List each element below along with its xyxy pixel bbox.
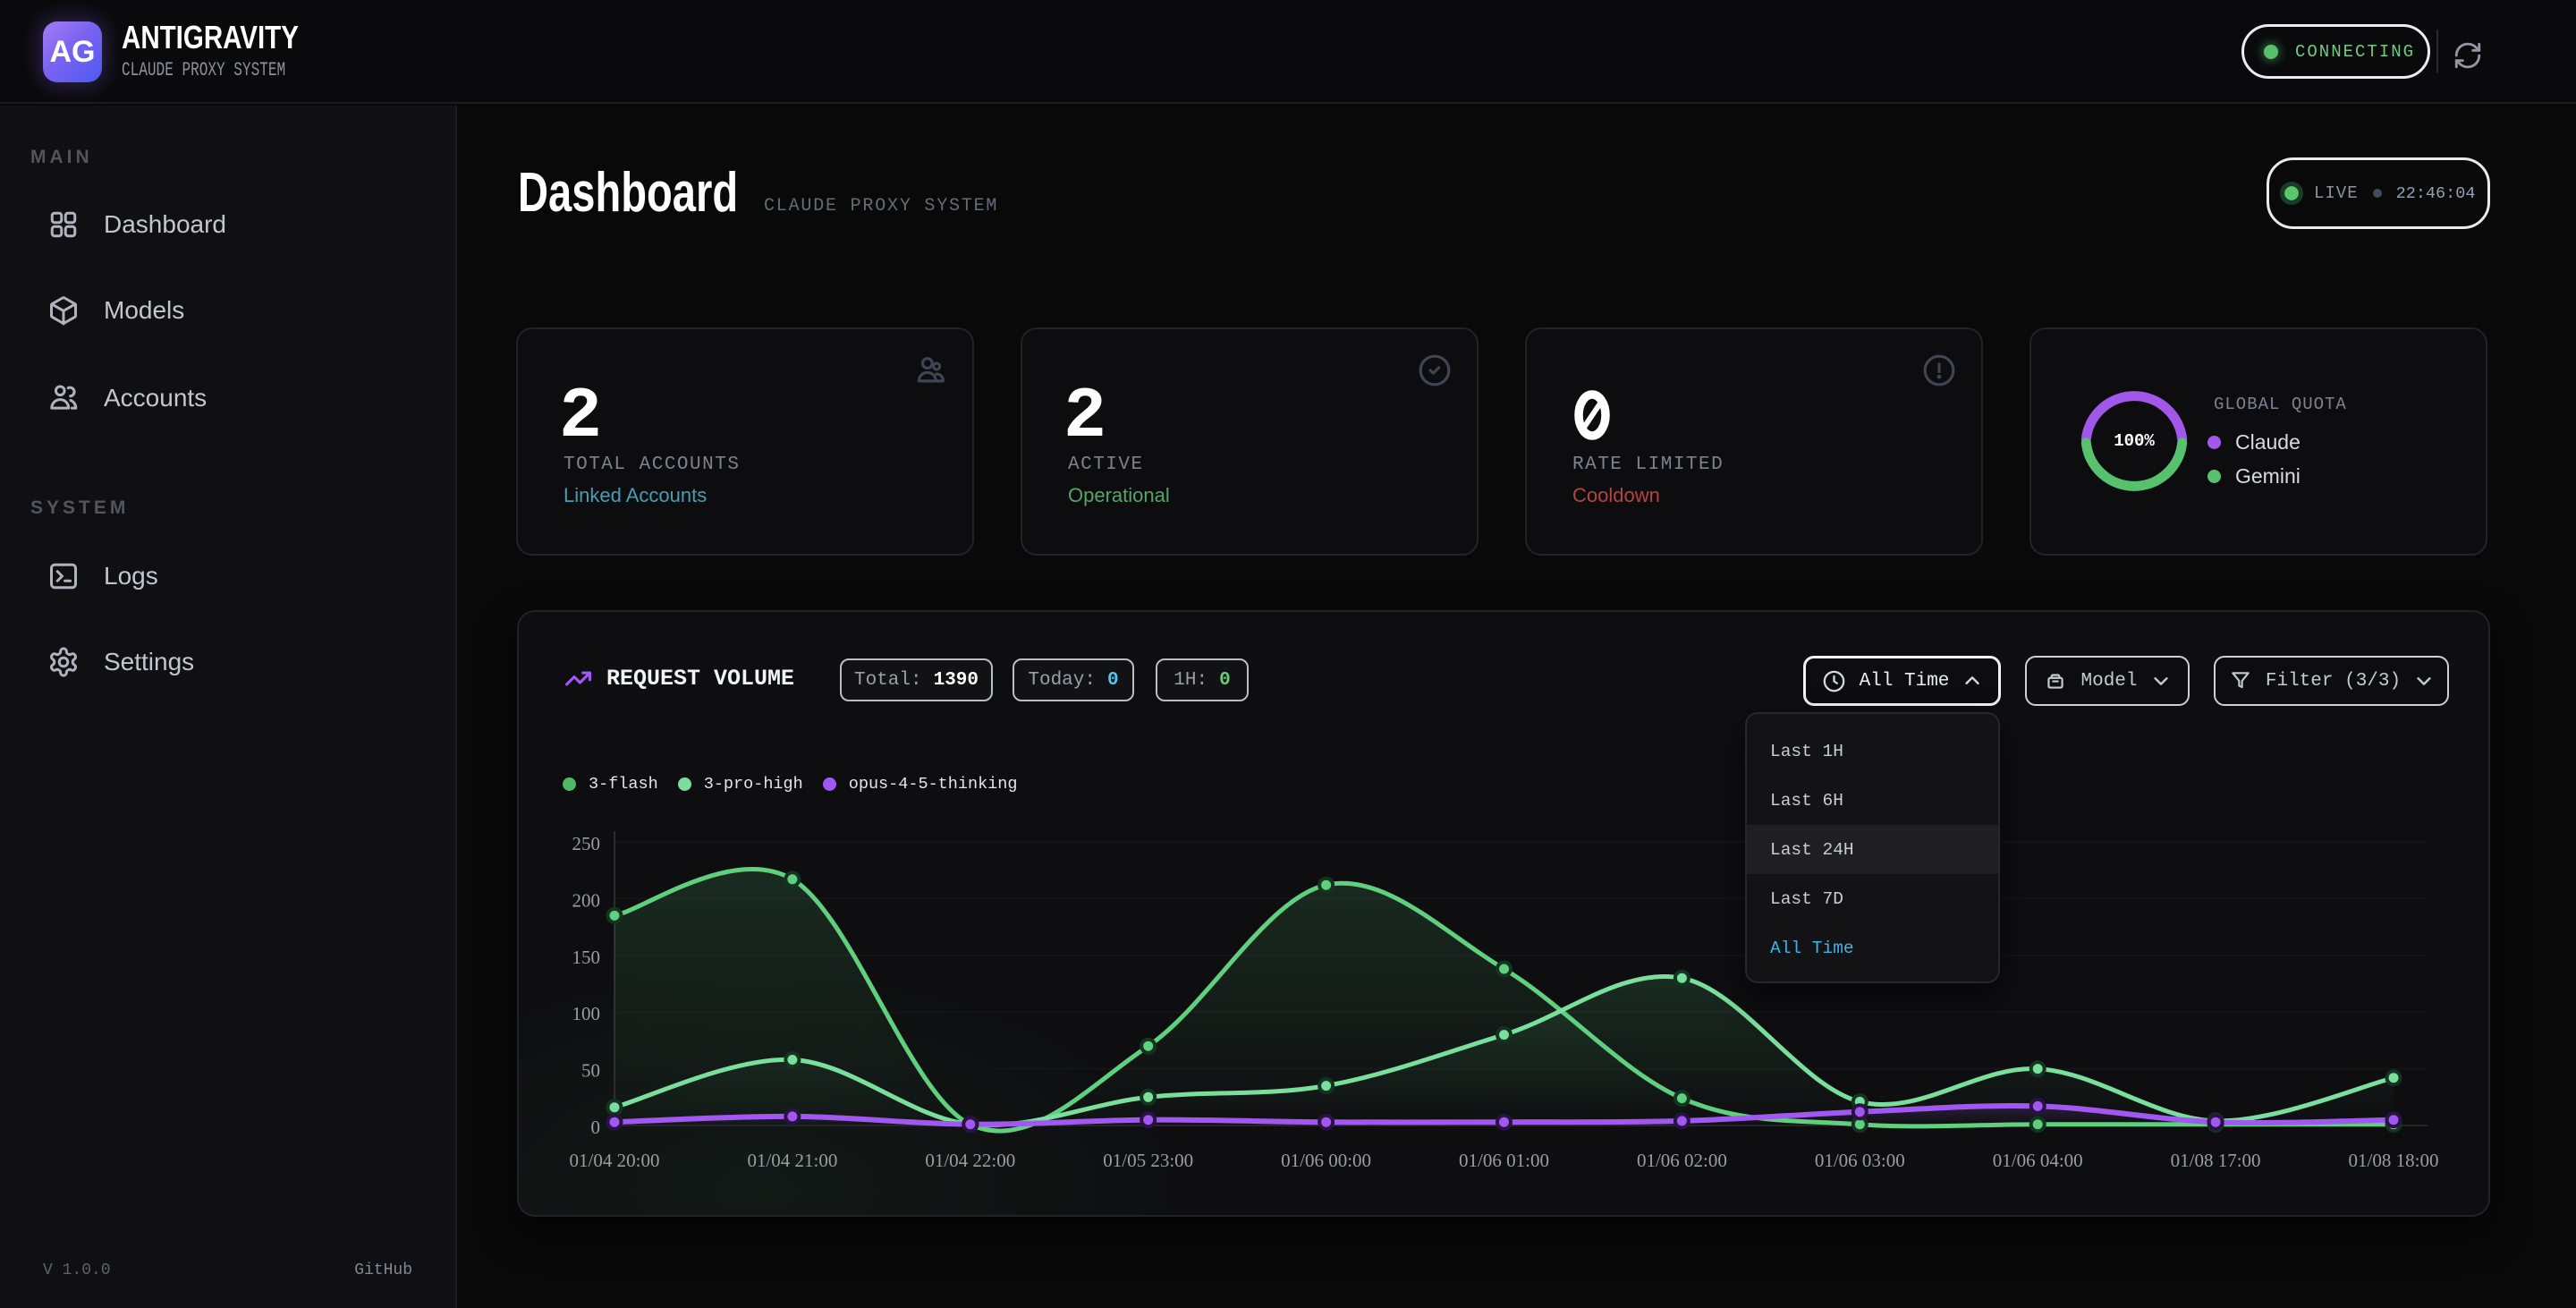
svg-text:250: 250 <box>572 833 601 854</box>
svg-text:01/06 00:00: 01/06 00:00 <box>1281 1150 1371 1171</box>
svg-text:100: 100 <box>572 1003 601 1024</box>
svg-text:01/04 22:00: 01/04 22:00 <box>925 1150 1015 1171</box>
svg-text:01/08 17:00: 01/08 17:00 <box>2171 1150 2261 1171</box>
svg-text:200: 200 <box>572 889 601 911</box>
svg-text:0: 0 <box>591 1117 601 1138</box>
svg-text:50: 50 <box>581 1060 600 1082</box>
svg-text:01/06 03:00: 01/06 03:00 <box>1815 1150 1905 1171</box>
svg-text:150: 150 <box>572 947 601 968</box>
svg-text:01/04 21:00: 01/04 21:00 <box>747 1150 837 1171</box>
svg-text:01/08 18:00: 01/08 18:00 <box>2349 1150 2439 1171</box>
svg-text:01/05 23:00: 01/05 23:00 <box>1103 1150 1193 1171</box>
svg-text:01/06 02:00: 01/06 02:00 <box>1637 1150 1727 1171</box>
svg-text:01/06 01:00: 01/06 01:00 <box>1459 1150 1549 1171</box>
svg-text:01/04 20:00: 01/04 20:00 <box>570 1150 660 1171</box>
svg-text:01/06 04:00: 01/06 04:00 <box>1993 1150 2083 1171</box>
